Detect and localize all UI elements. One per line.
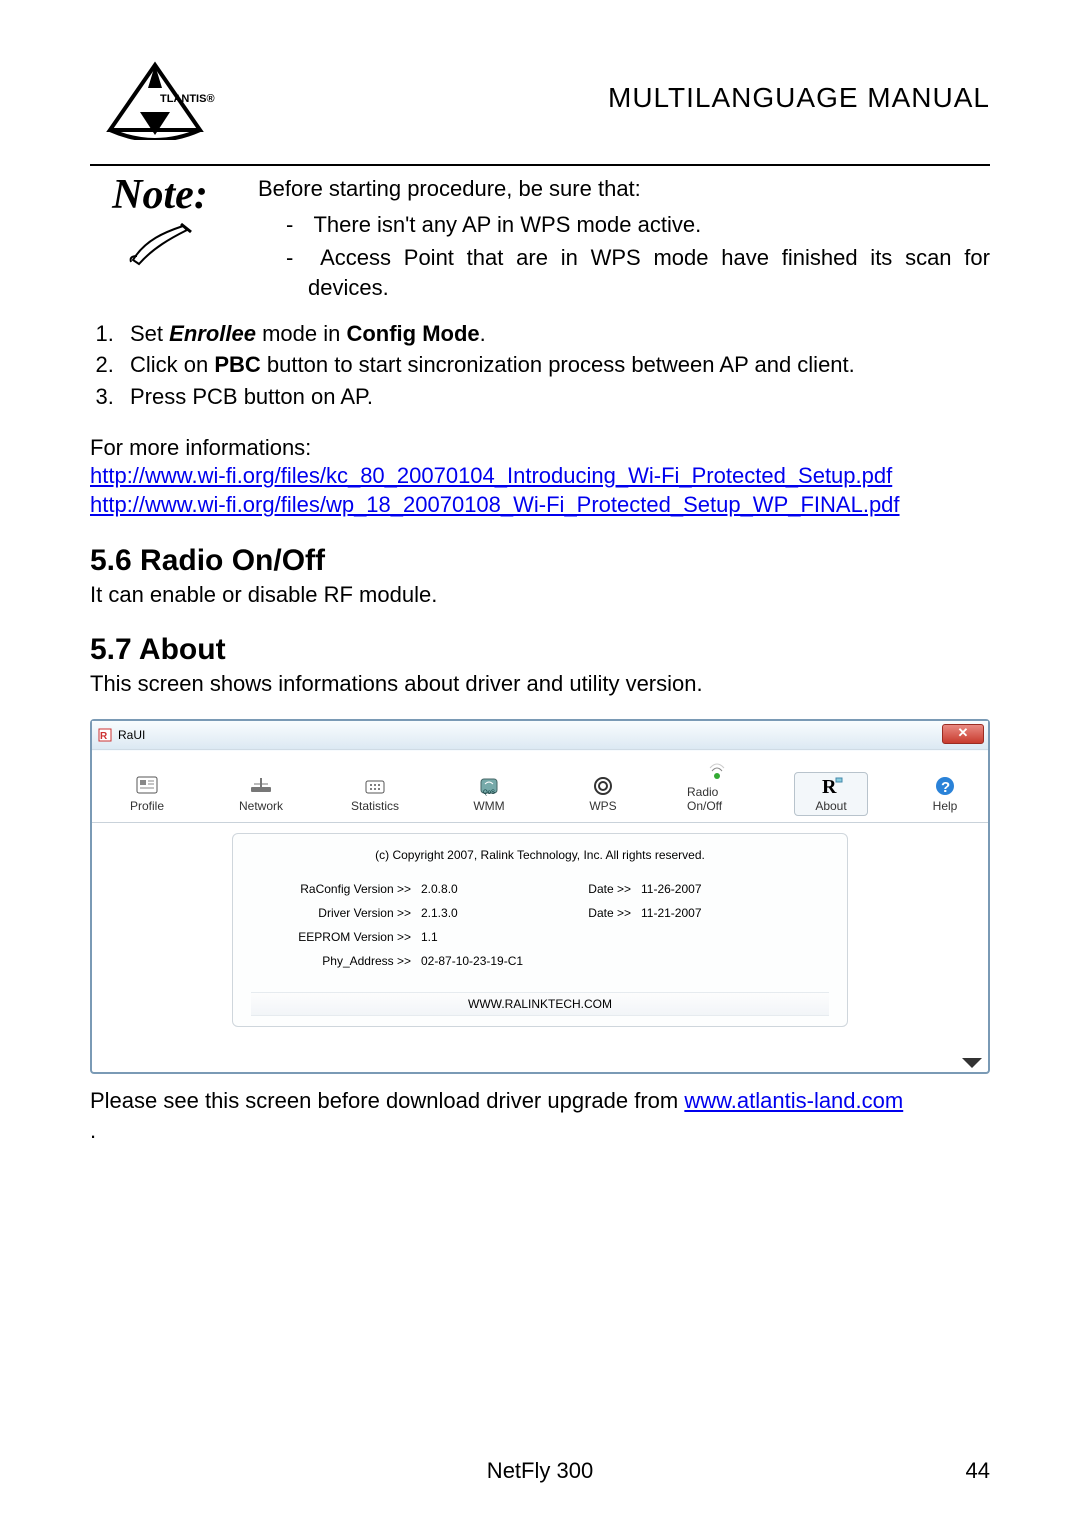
about-row-date [641,930,751,944]
header-divider [90,164,990,166]
profile-icon [134,775,160,797]
tab-profile[interactable]: Profile [110,772,184,816]
tab-wmm[interactable]: QoS WMM [452,772,526,816]
svg-text:QoS: QoS [483,790,495,796]
about-row-label: Phy_Address >> [251,954,411,968]
svg-text:R: R [822,776,837,797]
vendor-site-link[interactable]: www.atlantis-land.com [684,1088,903,1113]
about-row-date-label: Date >> [541,882,631,896]
note-bullet: Access Point that are in WPS mode have f… [308,243,990,302]
about-row-date-label [541,930,631,944]
section-5-7-title: 5.7 About [90,633,990,667]
step-1: Set Enrollee mode in Config Mode. [120,319,990,349]
tab-statistics[interactable]: Statistics [338,772,412,816]
tab-bar: Profile Network Statistics QoS WMM WPS R… [92,750,988,823]
about-row-value: 1.1 [421,930,531,944]
tab-network[interactable]: Network [224,772,298,816]
network-icon [248,775,274,797]
step-2: Click on PBC button to start sincronizat… [120,350,990,380]
note-label: Note: [90,174,230,216]
about-row-label: EEPROM Version >> [251,930,411,944]
app-icon: R [98,728,112,742]
tab-about[interactable]: R About [794,772,868,816]
after-window-text-post: . [90,1116,990,1146]
about-copyright: (c) Copyright 2007, Ralink Technology, I… [251,848,829,862]
about-panel: (c) Copyright 2007, Ralink Technology, I… [232,833,848,1027]
tab-radio[interactable]: Radio On/Off [680,758,754,816]
wmm-icon: QoS [476,775,502,797]
radio-icon [704,761,730,783]
reference-link-2[interactable]: http://www.wi-fi.org/files/wp_18_2007010… [90,492,900,517]
window-titlebar: R RaUI ✕ [92,721,988,750]
footer-product: NetFly 300 [487,1458,593,1484]
about-vendor-link[interactable]: WWW.RALINKTECH.COM [251,992,829,1016]
note-icon: Note: [90,174,230,266]
close-button[interactable]: ✕ [942,724,984,744]
statistics-icon [362,775,388,797]
about-row-date-label: Date >> [541,906,631,920]
svg-text:R: R [100,731,108,742]
step-3: Press PCB button on AP. [120,382,990,412]
reference-link-1[interactable]: http://www.wi-fi.org/files/kc_80_2007010… [90,463,892,488]
window-title: RaUI [118,728,145,742]
page-header-title: MULTILANGUAGE MANUAL [608,82,990,114]
section-5-6-title: 5.6 Radio On/Off [90,544,990,578]
wps-icon [590,775,616,797]
help-icon: ? [932,775,958,797]
logo-brand-text: TLANTIS® [160,93,215,105]
brand-logo: TLANTIS® LAND [90,60,220,140]
section-5-7-body: This screen shows informations about dri… [90,669,990,699]
about-icon: R [818,775,844,797]
note-intro: Before starting procedure, be sure that: [258,174,990,204]
svg-text:?: ? [941,779,950,796]
about-row-label: Driver Version >> [251,906,411,920]
footer-page-number: 44 [966,1458,990,1484]
about-row-date: 11-26-2007 [641,882,751,896]
tab-help[interactable]: ? Help [908,772,982,816]
after-window-text-pre: Please see this screen before download d… [90,1088,684,1113]
hand-writing-icon [125,220,195,266]
expand-arrow-icon[interactable] [962,1058,982,1068]
about-row-value: 02-87-10-23-19-C1 [421,954,751,968]
about-row-value: 2.1.3.0 [421,906,531,920]
about-row-label: RaConfig Version >> [251,882,411,896]
raui-window: R RaUI ✕ Profile Network Statistics QoS … [90,719,990,1074]
about-row-value: 2.0.8.0 [421,882,531,896]
about-row-date: 11-21-2007 [641,906,751,920]
note-bullet: There isn't any AP in WPS mode active. [308,210,990,240]
tab-wps[interactable]: WPS [566,772,640,816]
links-intro: For more informations: [90,434,990,463]
section-5-6-body: It can enable or disable RF module. [90,580,990,610]
